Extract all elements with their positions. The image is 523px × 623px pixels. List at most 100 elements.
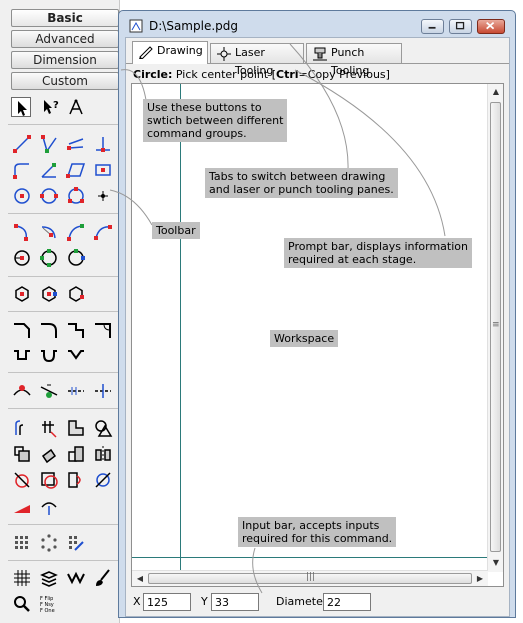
offset-icon[interactable] xyxy=(12,418,32,438)
crosshair-horizontal xyxy=(132,557,488,558)
layers-icon[interactable] xyxy=(39,568,59,588)
advanced-group-button[interactable]: Advanced xyxy=(11,30,119,48)
rotate-icon[interactable] xyxy=(39,444,59,464)
tab-punch-tooling[interactable]: Punch Tooling xyxy=(306,43,402,77)
tangent-line-icon[interactable] xyxy=(66,134,86,154)
taper-icon[interactable] xyxy=(12,497,32,517)
svg-text:F One: F One xyxy=(40,608,55,614)
polygon-edge-icon[interactable] xyxy=(66,284,86,304)
shapes-icon[interactable] xyxy=(93,418,113,438)
polygon-icon[interactable] xyxy=(12,284,32,304)
prompt-text-after: =Copy Previous] xyxy=(298,68,390,81)
circle-cut-icon[interactable] xyxy=(12,470,32,490)
punch-icon xyxy=(312,47,328,61)
circle-center-icon[interactable] xyxy=(12,186,32,206)
notch-v-icon[interactable] xyxy=(66,345,86,365)
select-arrow-icon[interactable] xyxy=(11,97,31,117)
vertical-scrollbar[interactable]: ▲ ≡ ▼ xyxy=(487,84,503,572)
corner-square-icon[interactable] xyxy=(93,320,113,340)
y-label: Y xyxy=(201,595,208,608)
scroll-down-icon[interactable]: ▼ xyxy=(489,556,503,570)
notch-square-icon[interactable] xyxy=(12,345,32,365)
svg-text:?: ? xyxy=(53,100,59,111)
x-label: X xyxy=(133,595,141,608)
arc-icon[interactable] xyxy=(12,222,32,242)
circle-tangent-line-icon[interactable] xyxy=(12,248,32,268)
callout-groups: Use these buttons to swtich between diff… xyxy=(143,99,288,142)
notch-round-icon[interactable] xyxy=(39,345,59,365)
move-icon[interactable] xyxy=(12,444,32,464)
callout-toolbar: Toolbar xyxy=(152,222,200,239)
grid-pattern-icon[interactable] xyxy=(12,533,32,553)
diameter-label: Diameter xyxy=(276,595,328,608)
arc-three-point-icon[interactable] xyxy=(93,222,113,242)
minimize-button[interactable] xyxy=(421,19,444,34)
pattern-edit-icon[interactable] xyxy=(66,533,86,553)
window-title: D:\Sample.pdg xyxy=(149,19,238,33)
circle-three-point-icon[interactable] xyxy=(66,186,86,206)
copy-shape-icon[interactable] xyxy=(66,418,86,438)
compass-icon[interactable] xyxy=(66,97,86,117)
prompt-text-before: Pick center point [ xyxy=(172,68,277,81)
callout-tabs: Tabs to switch between drawing and laser… xyxy=(205,168,398,198)
circular-pattern-icon[interactable] xyxy=(39,533,59,553)
basic-group-button[interactable]: Basic xyxy=(11,9,119,27)
callout-prompt: Prompt bar, displays information require… xyxy=(284,238,472,268)
zoom-icon[interactable] xyxy=(12,594,32,614)
tab-drawing[interactable]: Drawing xyxy=(132,41,208,64)
custom-group-button[interactable]: Custom xyxy=(11,72,119,90)
close-button[interactable] xyxy=(477,19,505,34)
dimension-group-button[interactable]: Dimension xyxy=(11,51,119,69)
polygon-inscribed-icon[interactable] xyxy=(39,284,59,304)
horizontal-scrollbar[interactable]: ◀ ||| ▶ xyxy=(132,570,488,586)
scroll-left-icon[interactable]: ◀ xyxy=(133,572,147,586)
hem-icon[interactable] xyxy=(39,497,59,517)
scroll-right-icon[interactable]: ▶ xyxy=(473,572,487,586)
line-icon[interactable] xyxy=(12,134,32,154)
brush-icon[interactable] xyxy=(93,568,113,588)
corner-chamfer-icon[interactable] xyxy=(12,320,32,340)
array-icon[interactable] xyxy=(39,418,59,438)
diameter-input[interactable] xyxy=(323,593,371,611)
split-icon[interactable] xyxy=(93,381,113,401)
bend-region-icon[interactable] xyxy=(66,470,86,490)
maximize-button[interactable] xyxy=(449,19,472,34)
tab-laser-tooling[interactable]: Laser Tooling xyxy=(210,43,304,77)
bisector-line-icon[interactable] xyxy=(39,160,59,180)
arc-center-icon[interactable] xyxy=(39,222,59,242)
vertical-grip-icon: ≡ xyxy=(492,320,500,330)
callout-input: Input bar, accepts inputs required for t… xyxy=(238,517,397,547)
rectangle-icon[interactable] xyxy=(93,160,113,180)
laser-icon xyxy=(216,47,232,61)
scale-icon[interactable] xyxy=(66,444,86,464)
polyline-icon[interactable] xyxy=(12,160,32,180)
pencil-icon xyxy=(138,45,154,60)
scroll-up-icon[interactable]: ▲ xyxy=(489,85,503,99)
callout-workspace: Workspace xyxy=(270,330,339,347)
extend-icon[interactable] xyxy=(39,381,59,401)
circle-split-icon[interactable] xyxy=(93,470,113,490)
angled-line-icon[interactable] xyxy=(39,134,59,154)
corner-relief-icon[interactable] xyxy=(66,320,86,340)
circle-intersect-icon[interactable] xyxy=(39,470,59,490)
hatch-icon[interactable] xyxy=(12,568,32,588)
y-input[interactable] xyxy=(211,593,259,611)
prompt-bar: Circle: Pick center point [Ctrl=Copy Pre… xyxy=(133,68,390,81)
perpendicular-line-icon[interactable] xyxy=(93,134,113,154)
arc-tangent-icon[interactable] xyxy=(66,222,86,242)
break-icon[interactable] xyxy=(66,381,86,401)
circle-tangent-two-icon[interactable] xyxy=(39,248,59,268)
corner-fillet-icon[interactable] xyxy=(39,320,59,340)
flip-icon[interactable]: F Flip F Nsy F One xyxy=(39,594,59,614)
circle-tangent-three-icon[interactable] xyxy=(66,248,86,268)
point-icon[interactable] xyxy=(93,186,113,206)
command-palette: Basic Advanced Dimension Custom ? F Flip… xyxy=(0,0,120,623)
explode-icon[interactable] xyxy=(66,568,86,588)
trim-icon[interactable] xyxy=(12,381,32,401)
query-arrow-icon[interactable]: ? xyxy=(40,97,60,117)
circle-two-point-icon[interactable] xyxy=(39,186,59,206)
mirror-icon[interactable] xyxy=(93,444,113,464)
x-input[interactable] xyxy=(143,593,191,611)
prompt-command: Circle: xyxy=(133,68,173,81)
parallelogram-icon[interactable] xyxy=(66,160,86,180)
